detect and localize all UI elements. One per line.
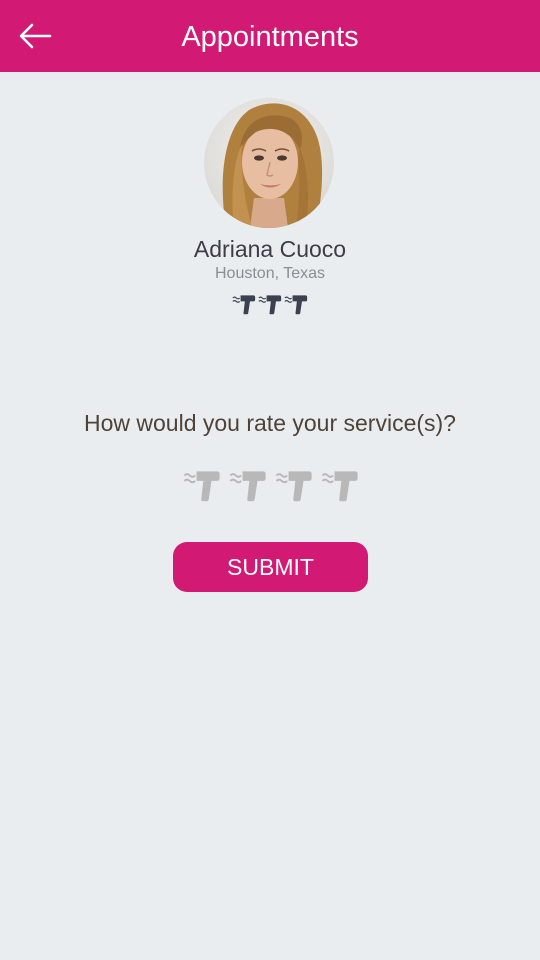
hair-dryer-icon xyxy=(284,295,308,315)
hair-dryer-icon[interactable] xyxy=(226,466,270,504)
rating-prompt: How would you rate your service(s)? xyxy=(84,410,456,436)
service-rating-input xyxy=(180,466,362,506)
hair-dryer-icon[interactable] xyxy=(318,466,362,504)
profile-photo xyxy=(204,98,334,228)
stylist-rating xyxy=(232,292,308,318)
stylist-name: Adriana Cuoco xyxy=(193,236,347,262)
app-header: Appointments xyxy=(0,0,540,72)
page-title: Appointments xyxy=(181,21,359,53)
back-button[interactable] xyxy=(14,18,58,54)
stylist-location: Houston, Texas xyxy=(215,265,325,282)
hair-dryer-icon xyxy=(258,295,282,315)
hair-dryer-icon[interactable] xyxy=(272,466,316,504)
arrow-left-icon xyxy=(19,23,52,49)
submit-button[interactable]: SUBMIT xyxy=(173,542,368,592)
hair-dryer-icon xyxy=(232,295,256,315)
hair-dryer-icon[interactable] xyxy=(180,466,224,504)
avatar xyxy=(204,98,334,228)
